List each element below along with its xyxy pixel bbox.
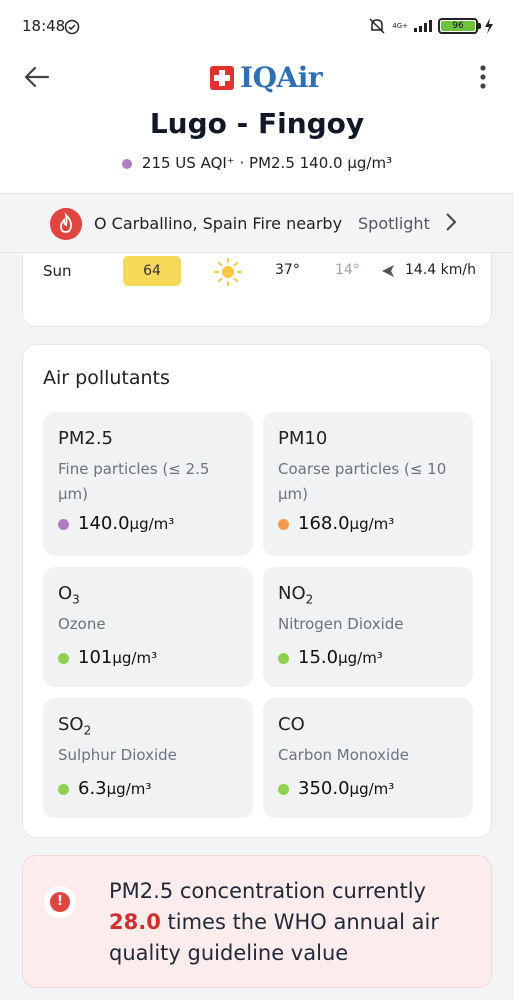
pollutant-tile-pm10[interactable]: PM10 Coarse particles (≤ 10 µm) 168.0µg/… xyxy=(263,412,473,556)
charging-icon xyxy=(485,18,493,34)
pollutants-title: Air pollutants xyxy=(43,367,170,389)
pollutant-tile-pm25[interactable]: PM2.5 Fine particles (≤ 2.5 µm) 140.0µg/… xyxy=(43,412,253,556)
sun-icon xyxy=(214,258,242,286)
aqi-status-dot xyxy=(121,158,132,169)
who-guideline-alert: ! PM2.5 concentration currently 28.0 tim… xyxy=(22,855,492,988)
battery-icon: 96 xyxy=(438,18,481,34)
forecast-aqi-badge: 64 xyxy=(123,256,181,286)
who-alert-text: PM2.5 concentration currently 28.0 times… xyxy=(109,879,439,965)
pollutant-value: 15.0µg/m³ xyxy=(278,647,383,668)
wind-direction-icon xyxy=(382,265,394,277)
forecast-low-temp: 14° xyxy=(335,262,360,278)
pollutant-dot xyxy=(58,783,69,795)
pollutant-dot xyxy=(278,783,289,795)
pollutant-tile-co[interactable]: CO Carbon Monoxide 350.0µg/m³ xyxy=(263,698,473,818)
iqair-logo: IQAir xyxy=(210,61,323,94)
forecast-high-temp: 37° xyxy=(275,262,300,278)
pollutant-description: Ozone xyxy=(58,615,106,633)
aqi-summary: 215 US AQI⁺ · PM2.5 140.0 µg/m³ xyxy=(0,154,514,172)
forecast-day: Sun xyxy=(43,262,72,280)
pollutant-name: PM2.5 xyxy=(58,428,114,449)
mute-bell-icon xyxy=(369,18,385,34)
more-options-icon[interactable] xyxy=(476,62,490,92)
pollutant-tile-so2[interactable]: SO2 Sulphur Dioxide 6.3µg/m³ xyxy=(43,698,253,818)
pollutant-dot xyxy=(58,518,69,530)
pollutant-name: O3 xyxy=(58,583,80,607)
city-title: Lugo - Fingoy xyxy=(149,107,365,140)
pollutant-value: 6.3µg/m³ xyxy=(58,778,151,799)
pollutant-value: 350.0µg/m³ xyxy=(278,778,394,799)
pollutant-description: Sulphur Dioxide xyxy=(58,746,177,764)
pollutant-value: 140.0µg/m³ xyxy=(58,513,174,534)
spotlight-link[interactable]: Spotlight xyxy=(358,214,430,233)
pollutant-dot xyxy=(278,518,289,530)
shield-check-icon xyxy=(64,19,80,35)
pollutant-name: NO2 xyxy=(278,583,314,607)
status-bar: 18:48 4G+ 96 xyxy=(0,0,514,52)
battery-level: 96 xyxy=(441,21,475,31)
air-pollutants-card: Air pollutants PM2.5 Fine particles (≤ 2… xyxy=(22,344,492,838)
swiss-cross-icon xyxy=(210,65,234,90)
pollutant-tile-no2[interactable]: NO2 Nitrogen Dioxide 15.0µg/m³ xyxy=(263,567,473,687)
chevron-right-icon[interactable] xyxy=(444,211,458,233)
status-time: 18:48 xyxy=(22,17,66,35)
pollutant-dot xyxy=(58,652,69,664)
pollutant-dot xyxy=(278,652,289,664)
pollutant-tile-o3[interactable]: O3 Ozone 101µg/m³ xyxy=(43,567,253,687)
pollutant-description: Fine particles (≤ 2.5 µm) xyxy=(58,460,210,503)
signal-icon xyxy=(414,20,432,32)
app-header: IQAir Lugo - Fingoy 215 US AQI⁺ · PM2.5 … xyxy=(0,52,514,194)
status-icons: 4G+ 96 xyxy=(368,17,494,35)
back-arrow-icon[interactable] xyxy=(22,62,52,92)
pollutant-description: Coarse particles (≤ 10 µm) xyxy=(278,460,447,503)
fire-banner-text: O Carballino, Spain Fire nearby xyxy=(94,214,343,233)
network-type: 4G+ xyxy=(392,21,408,30)
fire-nearby-banner[interactable]: O Carballino, Spain Fire nearby Spotligh… xyxy=(0,195,514,253)
alert-icon: ! xyxy=(44,886,76,918)
who-ratio: 28.0 xyxy=(109,910,161,934)
pollutant-name: SO2 xyxy=(58,714,92,738)
forecast-wind-speed: 14.4 km/h xyxy=(405,262,476,278)
aqi-summary-text: 215 US AQI⁺ · PM2.5 140.0 µg/m³ xyxy=(141,154,393,172)
forecast-card: Sun 64 37° 14° 14.4 km/h xyxy=(22,253,492,327)
pollutant-name: PM10 xyxy=(278,428,328,449)
pollutant-value: 101µg/m³ xyxy=(58,647,157,668)
pollutant-description: Nitrogen Dioxide xyxy=(278,615,404,633)
fire-icon xyxy=(50,208,82,240)
pollutant-name: CO xyxy=(278,714,305,735)
pollutant-description: Carbon Monoxide xyxy=(278,746,409,764)
pollutant-value: 168.0µg/m³ xyxy=(278,513,394,534)
brand-name: IQAir xyxy=(240,61,323,94)
